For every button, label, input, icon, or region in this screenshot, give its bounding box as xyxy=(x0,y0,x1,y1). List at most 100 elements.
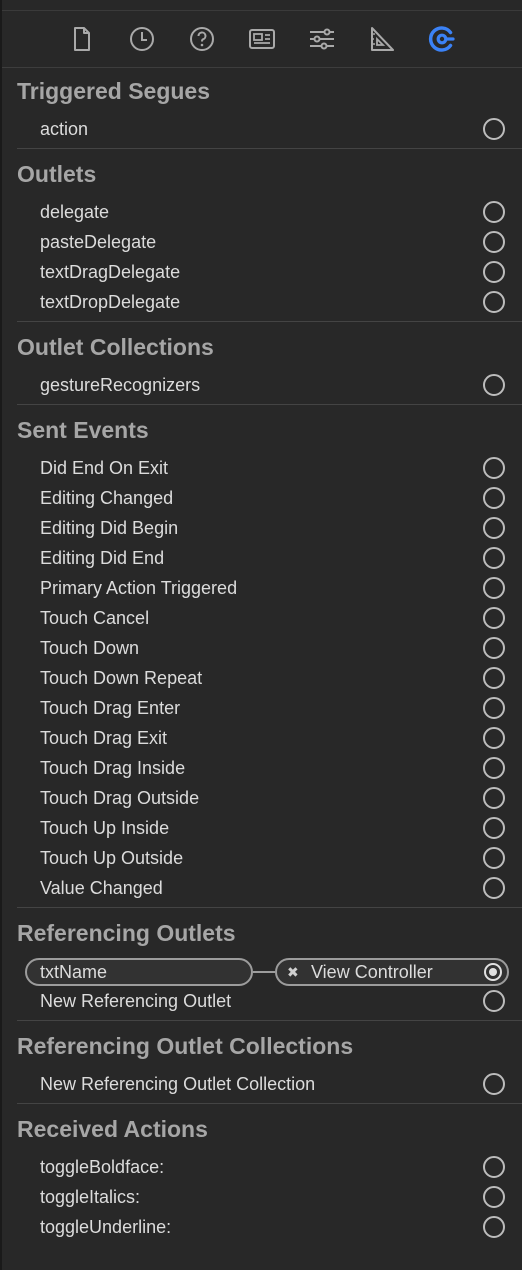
connection-circle-icon[interactable] xyxy=(483,697,505,719)
section-divider xyxy=(17,1103,522,1104)
help-icon xyxy=(190,27,214,51)
connection-circle-icon[interactable] xyxy=(483,607,505,629)
connection-row: Value Changed xyxy=(0,873,522,903)
connection-circle-icon[interactable] xyxy=(483,547,505,569)
connection-row: Did End On Exit xyxy=(0,453,522,483)
connection-row: Touch Down Repeat xyxy=(0,663,522,693)
connected-circle-icon[interactable] xyxy=(484,963,502,981)
section-title-triggered-segues: Triggered Segues xyxy=(17,78,211,104)
connection-row: Touch Cancel xyxy=(0,603,522,633)
connection-row: Editing Changed xyxy=(0,483,522,513)
connection-label: Primary Action Triggered xyxy=(40,578,238,598)
remove-connection-icon[interactable]: ✖ xyxy=(287,960,299,984)
connection-label: pasteDelegate xyxy=(40,232,157,252)
connection-circle-icon[interactable] xyxy=(483,1216,505,1238)
connection-circle-icon[interactable] xyxy=(483,637,505,659)
connection-row: pasteDelegate xyxy=(0,227,522,257)
connection-circle-icon[interactable] xyxy=(483,1186,505,1208)
section-title-sent-events: Sent Events xyxy=(17,417,149,443)
connection-row: toggleItalics: xyxy=(0,1182,522,1212)
connection-row: Primary Action Triggered xyxy=(0,573,522,603)
file-icon xyxy=(74,27,90,51)
connections-inspector-button[interactable] xyxy=(412,11,472,67)
connection-target-label: View Controller xyxy=(311,962,433,982)
section-title-referencing-outlets: Referencing Outlets xyxy=(17,920,236,946)
connection-label: Editing Did Begin xyxy=(40,518,179,538)
connection-row: Touch Drag Exit xyxy=(0,723,522,753)
connection-label: toggleItalics: xyxy=(40,1187,141,1207)
connection-row: delegate xyxy=(0,197,522,227)
connection-circle-icon[interactable] xyxy=(483,757,505,779)
connection-row: toggleBoldface: xyxy=(0,1152,522,1182)
connection-circle-icon[interactable] xyxy=(483,817,505,839)
connection-source-label: txtName xyxy=(40,962,108,982)
connection-circle-icon[interactable] xyxy=(483,727,505,749)
connection-row: New Referencing Outlet xyxy=(0,986,522,1016)
connection-circle-icon[interactable] xyxy=(483,118,505,140)
inspector-toolbar xyxy=(2,11,522,67)
connection-row: Touch Drag Outside xyxy=(0,783,522,813)
section-title-outlets: Outlets xyxy=(17,161,97,187)
connection-circle-icon[interactable] xyxy=(483,517,505,539)
history-inspector-button[interactable] xyxy=(112,11,172,67)
connection-row: toggleUnderline: xyxy=(0,1212,522,1242)
attributes-inspector-button[interactable] xyxy=(292,11,352,67)
connection-row: textDropDelegate xyxy=(0,287,522,317)
connection-label: action xyxy=(40,119,89,139)
connection-source-pill[interactable]: txtName xyxy=(25,958,253,986)
section-divider xyxy=(17,907,522,908)
connection-circle-icon[interactable] xyxy=(483,374,505,396)
connection-label: Touch Drag Enter xyxy=(40,698,181,718)
connection-label: toggleBoldface: xyxy=(40,1157,165,1177)
connection-target-pill[interactable]: ✖ View Controller xyxy=(275,958,509,986)
connection-circle-icon[interactable] xyxy=(483,877,505,899)
attributes-icon xyxy=(310,28,334,50)
connection-row: Editing Did Begin xyxy=(0,513,522,543)
section-divider xyxy=(17,404,522,405)
connection-label: Touch Down xyxy=(40,638,140,658)
connection-label: Touch Drag Outside xyxy=(40,788,200,808)
section-divider xyxy=(17,321,522,322)
connection-circle-icon[interactable] xyxy=(483,231,505,253)
connection-circle-icon[interactable] xyxy=(483,667,505,689)
connection-row: Touch Up Inside xyxy=(0,813,522,843)
connection-circle-icon[interactable] xyxy=(483,261,505,283)
connection-label: Touch Cancel xyxy=(40,608,150,628)
connection-circle-icon[interactable] xyxy=(483,577,505,599)
connection-label: delegate xyxy=(40,202,110,222)
section-title-received-actions: Received Actions xyxy=(17,1116,208,1142)
connection-row: Touch Down xyxy=(0,633,522,663)
connection-row: action xyxy=(0,114,522,144)
identity-inspector-button[interactable] xyxy=(232,11,292,67)
connection-circle-icon[interactable] xyxy=(483,201,505,223)
connection-row: New Referencing Outlet Collection xyxy=(0,1069,522,1099)
connection-label: textDropDelegate xyxy=(40,292,181,312)
size-inspector-button[interactable] xyxy=(352,11,412,67)
connection-circle-icon[interactable] xyxy=(483,487,505,509)
connection-label: New Referencing Outlet Collection xyxy=(40,1074,316,1094)
connection-label: Touch Down Repeat xyxy=(40,668,203,688)
connection-label: Touch Up Outside xyxy=(40,848,184,868)
connection-circle-icon[interactable] xyxy=(483,990,505,1012)
existing-connection: txtName ✖ View Controller xyxy=(0,956,522,986)
connection-label: Value Changed xyxy=(40,878,163,898)
file-inspector-button[interactable] xyxy=(52,11,112,67)
connection-label: Touch Drag Exit xyxy=(40,728,168,748)
help-inspector-button[interactable] xyxy=(172,11,232,67)
connection-circle-icon[interactable] xyxy=(483,291,505,313)
connection-label: Editing Changed xyxy=(40,488,174,508)
history-icon xyxy=(130,27,154,51)
connection-row: Touch Up Outside xyxy=(0,843,522,873)
connections-icon xyxy=(428,26,455,52)
connection-line xyxy=(253,971,275,973)
section-divider xyxy=(17,148,522,149)
connection-circle-icon[interactable] xyxy=(483,787,505,809)
connections-inspector: Triggered Segues action Outlets delegate… xyxy=(0,68,522,1242)
section-divider xyxy=(17,1020,522,1021)
connection-row: Editing Did End xyxy=(0,543,522,573)
connection-circle-icon[interactable] xyxy=(483,1073,505,1095)
connection-circle-icon[interactable] xyxy=(483,1156,505,1178)
size-icon xyxy=(371,27,394,51)
connection-circle-icon[interactable] xyxy=(483,847,505,869)
connection-circle-icon[interactable] xyxy=(483,457,505,479)
